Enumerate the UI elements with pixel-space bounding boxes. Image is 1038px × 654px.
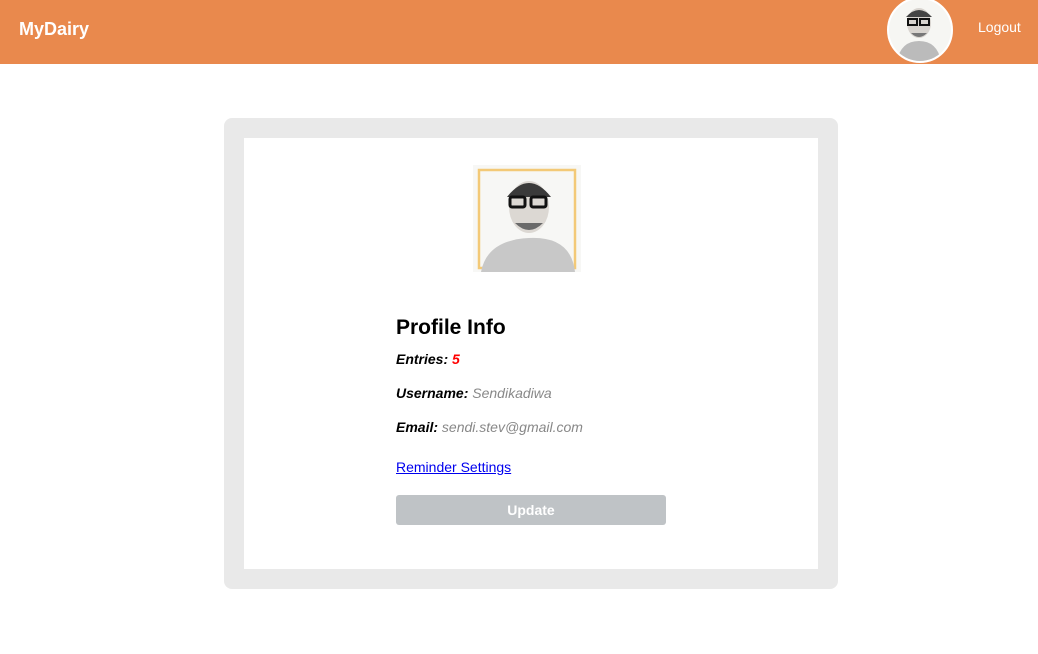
reminder-settings-link[interactable]: Reminder Settings [396, 459, 696, 495]
profile-card-body: Profile Info Entries: 5 Username: Sendik… [244, 138, 818, 569]
logout-link[interactable]: Logout [978, 19, 1021, 35]
brand-logo[interactable]: MyDairy [19, 19, 89, 40]
email-row: Email: sendi.stev@gmail.com [396, 419, 696, 453]
update-button[interactable]: Update [396, 495, 666, 525]
email-value: sendi.stev@gmail.com [441, 419, 583, 435]
user-avatar[interactable] [887, 0, 953, 63]
entries-count: 5 [452, 351, 460, 367]
username-label: Username: [396, 385, 469, 401]
avatar-photo-icon [889, 0, 951, 61]
profile-photo-icon [477, 168, 577, 272]
profile-card: Profile Info Entries: 5 Username: Sendik… [224, 118, 838, 589]
top-nav: MyDairy Logout [0, 0, 1038, 64]
entries-label: Entries: [396, 351, 449, 367]
profile-info: Profile Info Entries: 5 Username: Sendik… [396, 316, 696, 525]
email-label: Email: [396, 419, 439, 435]
profile-photo [473, 165, 581, 272]
username-value: Sendikadiwa [472, 385, 552, 401]
profile-info-title: Profile Info [396, 316, 506, 339]
username-row: Username: Sendikadiwa [396, 385, 696, 419]
entries-row: Entries: 5 [396, 351, 696, 385]
